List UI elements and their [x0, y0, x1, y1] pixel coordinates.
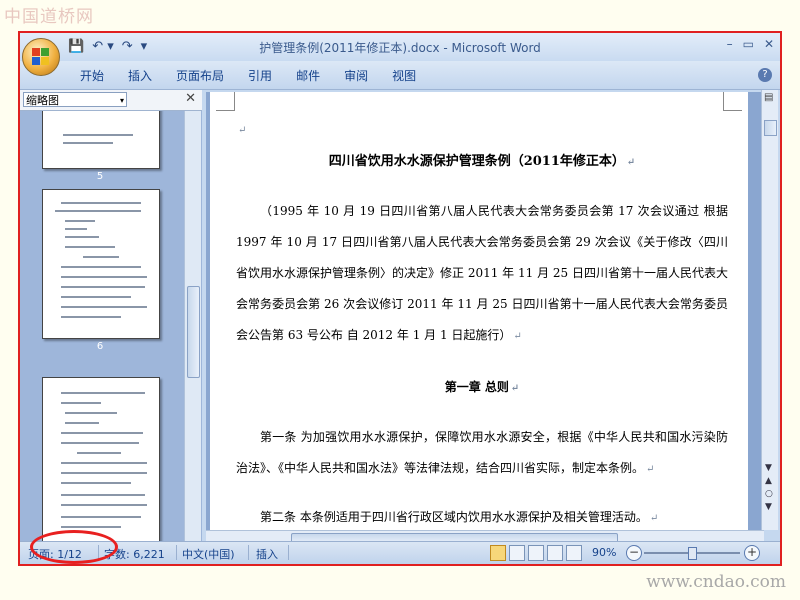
zoom-slider[interactable] — [644, 547, 740, 560]
quick-access-toolbar: 💾 ↶ ▾ ↷ ▾ — [66, 38, 149, 56]
print-layout-icon[interactable] — [490, 545, 506, 561]
pane-view-label: 缩略图 — [26, 94, 59, 107]
previous-page-icon[interactable]: ▲ — [765, 475, 773, 488]
thumbnail-number: 5 — [96, 171, 104, 182]
ribbon-tabs: 开始 插入 页面布局 引用 邮件 审阅 视图 ? — [20, 61, 780, 90]
highlight-annotation — [30, 530, 118, 564]
select-browse-object-icon[interactable]: ○ — [765, 488, 773, 501]
save-icon[interactable]: 💾 — [66, 38, 86, 56]
customize-qat-icon[interactable]: ▾ — [139, 38, 150, 56]
pane-scrollbar[interactable] — [184, 111, 201, 544]
tab-page-layout[interactable]: 页面布局 — [176, 67, 224, 84]
document-intro: （1995 年 10 月 19 日四川省第八届人民代表大会常务委员会第 17 次… — [236, 204, 728, 342]
page-thumbnail-7[interactable] — [42, 377, 160, 543]
word-window: 护管理条例(2011年修正本).docx - Microsoft Word 💾 … — [18, 31, 782, 566]
thumbnail-number: 6 — [96, 341, 104, 352]
window-controls: – ▭ ✕ — [727, 37, 774, 51]
page-thumbnail-6[interactable] — [42, 189, 160, 339]
title-bar: 护管理条例(2011年修正本).docx - Microsoft Word 💾 … — [20, 33, 780, 61]
zoom-out-icon[interactable]: − — [626, 545, 642, 561]
paragraph-mark: ↵ — [238, 125, 247, 136]
tab-insert[interactable]: 插入 — [128, 67, 152, 84]
document-title: 四川省饮用水水源保护管理条例（2011年修正本） — [328, 154, 625, 169]
office-logo-icon — [32, 48, 50, 66]
close-button[interactable]: ✕ — [764, 37, 774, 51]
vertical-scrollbar[interactable]: ▤ ▼ ▲ ○ ▼ — [761, 90, 778, 530]
redo-icon[interactable]: ↷ — [120, 38, 135, 56]
tab-mailings[interactable]: 邮件 — [296, 67, 320, 84]
full-screen-reading-icon[interactable] — [509, 545, 525, 561]
watermark-logo: 中国道桥网 — [4, 7, 94, 27]
thumbnail-list: 5 6 — [20, 111, 184, 544]
zoom-in-icon[interactable]: + — [744, 545, 760, 561]
scroll-thumb[interactable] — [764, 120, 777, 136]
outline-view-icon[interactable] — [547, 545, 563, 561]
tab-references[interactable]: 引用 — [248, 67, 272, 84]
document-page[interactable]: ↵ 四川省饮用水水源保护管理条例（2011年修正本） ↵ （1995 年 10 月… — [210, 92, 748, 530]
office-button[interactable] — [22, 38, 60, 76]
draft-view-icon[interactable] — [566, 545, 582, 561]
browse-navigation: ▼ ▲ ○ ▼ — [765, 462, 773, 514]
pane-close-icon[interactable]: ✕ — [185, 91, 196, 106]
page-thumbnail-5[interactable] — [42, 111, 160, 169]
language-indicator[interactable]: 中文(中国) — [182, 546, 235, 562]
insert-mode[interactable]: 插入 — [256, 546, 278, 562]
status-bar: 页面: 1/12 字数: 6,221 中文(中国) 插入 90% − + — [20, 541, 780, 564]
next-page-icon[interactable]: ▼ — [765, 501, 773, 514]
zoom-slider-knob[interactable] — [688, 547, 697, 560]
undo-icon[interactable]: ↶ ▾ — [90, 38, 116, 56]
document-area: ↵ 四川省饮用水水源保护管理条例（2011年修正本） ↵ （1995 年 10 月… — [206, 92, 764, 530]
zoom-level[interactable]: 90% — [592, 546, 616, 559]
restore-button[interactable]: ▭ — [743, 37, 754, 51]
chevron-down-icon: ▾ — [119, 96, 124, 105]
watermark-url: www.cndao.com — [646, 572, 786, 592]
minimize-button[interactable]: – — [727, 37, 733, 51]
tab-home[interactable]: 开始 — [80, 67, 104, 84]
tab-view[interactable]: 视图 — [392, 67, 416, 84]
web-layout-icon[interactable] — [528, 545, 544, 561]
chapter-heading: 第一章 总则 — [444, 380, 509, 394]
article-1: 第一条 为加强饮用水水源保护，保障饮用水水源安全，根据《中华人民共和国水污染防治… — [236, 430, 728, 475]
view-buttons — [490, 545, 582, 561]
pane-header: 缩略图 ▾ ✕ — [20, 90, 202, 111]
article-2: 第二条 本条例适用于四川省行政区域内饮用水水源保护及相关管理活动。 — [260, 510, 648, 524]
pane-scroll-thumb[interactable] — [187, 286, 200, 378]
help-icon[interactable]: ? — [758, 68, 772, 82]
scroll-down-arrow-icon[interactable]: ▼ — [765, 462, 773, 475]
thumbnail-pane: 缩略图 ▾ ✕ 5 6 — [20, 90, 202, 544]
tab-review[interactable]: 审阅 — [344, 67, 368, 84]
ruler-toggle-icon[interactable]: ▤ — [764, 92, 773, 103]
pane-view-select[interactable]: 缩略图 ▾ — [23, 92, 127, 107]
